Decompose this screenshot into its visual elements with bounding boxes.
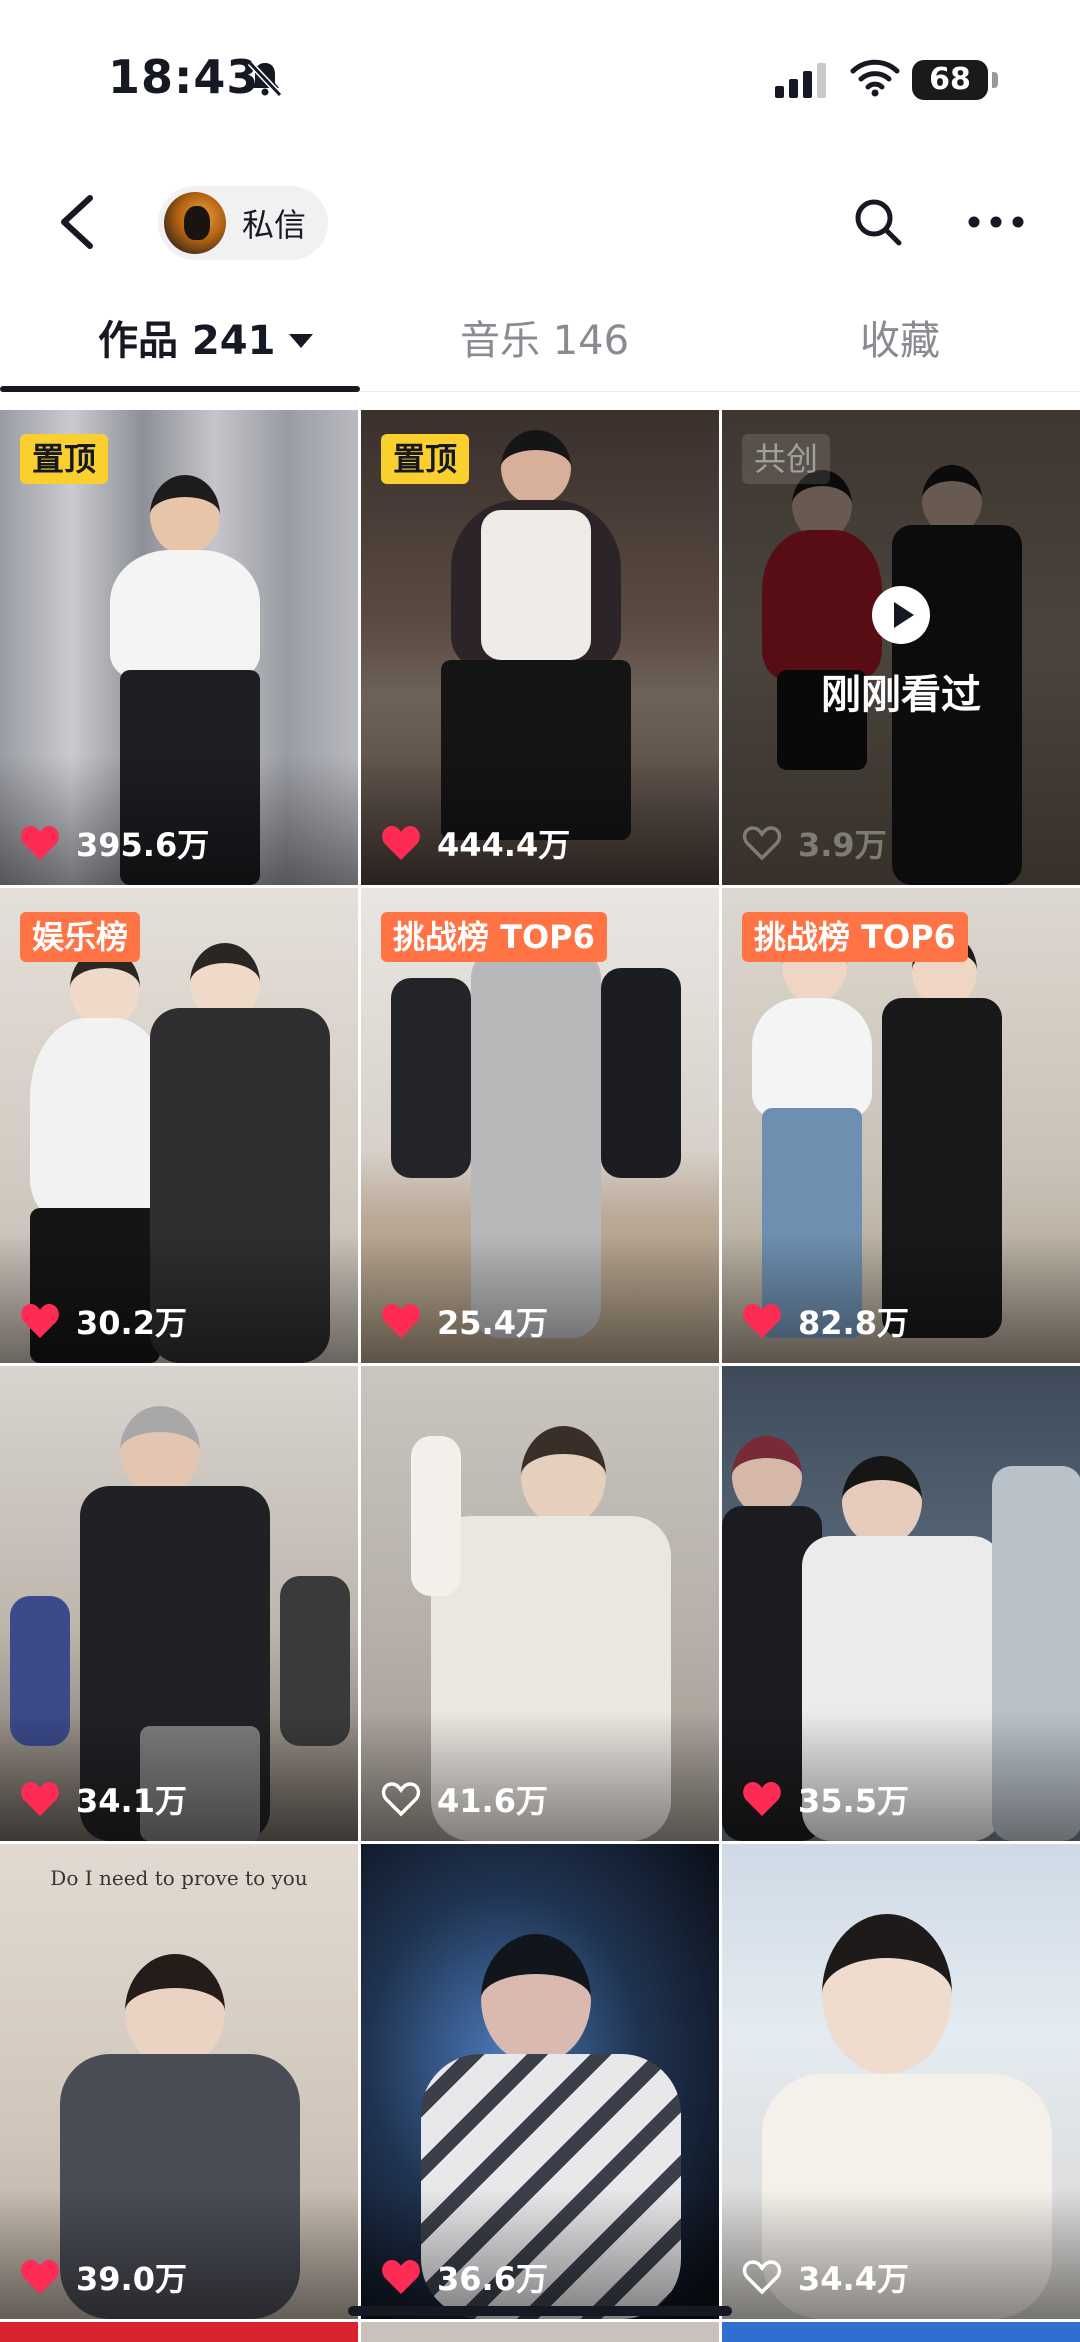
- tab-works-label: 作品 241: [98, 318, 276, 364]
- heart-filled-icon: [382, 826, 420, 860]
- status-bar: 18:43 68: [0, 0, 1080, 160]
- recently-watched-overlay: 刚刚看过: [722, 586, 1080, 720]
- like-count: 34.4万: [742, 2255, 909, 2299]
- video-tile[interactable]: 挑战榜 TOP6 82.8万: [722, 888, 1080, 1363]
- profile-tabs: 作品 241 音乐 146 收藏: [0, 300, 1080, 392]
- search-icon[interactable]: [852, 196, 904, 248]
- video-tile[interactable]: 34.1万: [0, 1366, 358, 1841]
- heart-outline-icon: [742, 826, 782, 861]
- challenge-rank-badge: 挑战榜 TOP6: [742, 912, 968, 962]
- like-count-value: 30.2万: [76, 1304, 187, 1342]
- video-tile[interactable]: 娱乐榜 30.2万: [0, 888, 358, 1363]
- like-count: 39.0万: [20, 2255, 187, 2299]
- like-count-value: 34.4万: [798, 2260, 909, 2298]
- like-count: 3.9万: [742, 821, 887, 865]
- like-count-value: 3.9万: [798, 826, 887, 864]
- video-tile-partial[interactable]: [361, 2322, 719, 2342]
- like-count-value: 82.8万: [798, 1304, 909, 1342]
- message-chip-button[interactable]: 私信: [158, 186, 329, 260]
- video-tile[interactable]: 41.6万: [361, 1366, 719, 1841]
- like-count-value: 36.6万: [437, 2260, 548, 2298]
- play-icon: [872, 586, 930, 644]
- like-count-value: 395.6万: [76, 826, 210, 864]
- home-indicator[interactable]: [348, 2306, 732, 2316]
- heart-filled-icon: [743, 1782, 781, 1816]
- avatar: [164, 192, 226, 254]
- heart-filled-icon: [382, 1304, 420, 1338]
- heart-outline-icon: [742, 2260, 782, 2295]
- like-count-value: 444.4万: [437, 826, 571, 864]
- video-tile-partial[interactable]: [722, 2322, 1080, 2342]
- heart-filled-icon: [21, 1782, 59, 1816]
- like-count-value: 35.5万: [798, 1782, 909, 1820]
- tab-music[interactable]: 音乐 146: [460, 306, 629, 376]
- battery-indicator: 68: [912, 60, 988, 100]
- like-count: 82.8万: [742, 1299, 909, 1343]
- heart-filled-icon: [382, 2260, 420, 2294]
- tab-favorites[interactable]: 收藏: [860, 306, 940, 376]
- video-tile[interactable]: 34.4万: [722, 1844, 1080, 2319]
- cellular-signal-icon: [775, 63, 826, 98]
- top-nav-bar: 私信: [0, 180, 1080, 264]
- like-count: 35.5万: [742, 1777, 909, 1821]
- video-grid: 置顶 395.6万 置顶 444.4万 共创 刚刚看过 3.9万 娱乐榜 30.…: [0, 410, 1080, 2342]
- status-time: 18:43: [108, 50, 260, 104]
- heart-filled-icon: [21, 1304, 59, 1338]
- like-count: 36.6万: [381, 2255, 548, 2299]
- like-count: 25.4万: [381, 1299, 548, 1343]
- pinned-badge: 置顶: [381, 434, 470, 484]
- like-count-value: 41.6万: [437, 1782, 548, 1820]
- bell-muted-icon: [247, 60, 283, 98]
- entertainment-rank-badge: 娱乐榜: [20, 912, 141, 962]
- like-count-value: 25.4万: [437, 1304, 548, 1342]
- active-tab-indicator: [0, 386, 360, 392]
- recently-watched-label: 刚刚看过: [821, 672, 981, 718]
- message-chip-label: 私信: [242, 206, 307, 244]
- video-tile[interactable]: 36.6万: [361, 1844, 719, 2319]
- video-tile[interactable]: 置顶 395.6万: [0, 410, 358, 885]
- heart-filled-icon: [743, 1304, 781, 1338]
- more-options-icon[interactable]: [966, 202, 1026, 242]
- like-count: 34.1万: [20, 1777, 187, 1821]
- video-tile-partial[interactable]: [0, 2322, 358, 2342]
- like-count: 41.6万: [381, 1777, 548, 1821]
- tab-works[interactable]: 作品 241: [98, 306, 314, 376]
- video-caption: Do I need to prove to you: [50, 1866, 308, 1890]
- like-count: 395.6万: [20, 821, 209, 865]
- video-tile[interactable]: 35.5万: [722, 1366, 1080, 1841]
- co-create-badge: 共创: [742, 434, 831, 484]
- video-tile[interactable]: Do I need to prove to you 39.0万: [0, 1844, 358, 2319]
- pinned-badge: 置顶: [20, 434, 109, 484]
- video-tile[interactable]: 挑战榜 TOP6 25.4万: [361, 888, 719, 1363]
- heart-filled-icon: [21, 2260, 59, 2294]
- caret-down-icon: [289, 334, 314, 348]
- heart-outline-icon: [381, 1782, 421, 1817]
- battery-nub: [992, 72, 998, 88]
- like-count-value: 34.1万: [76, 1782, 187, 1820]
- wifi-icon: [850, 59, 900, 97]
- heart-filled-icon: [21, 826, 59, 860]
- challenge-rank-badge: 挑战榜 TOP6: [381, 912, 607, 962]
- video-tile[interactable]: 共创 刚刚看过 3.9万: [722, 410, 1080, 885]
- like-count: 30.2万: [20, 1299, 187, 1343]
- like-count: 444.4万: [381, 821, 570, 865]
- video-tile[interactable]: 置顶 444.4万: [361, 410, 719, 885]
- like-count-value: 39.0万: [76, 2260, 187, 2298]
- back-arrow-icon[interactable]: [50, 190, 110, 254]
